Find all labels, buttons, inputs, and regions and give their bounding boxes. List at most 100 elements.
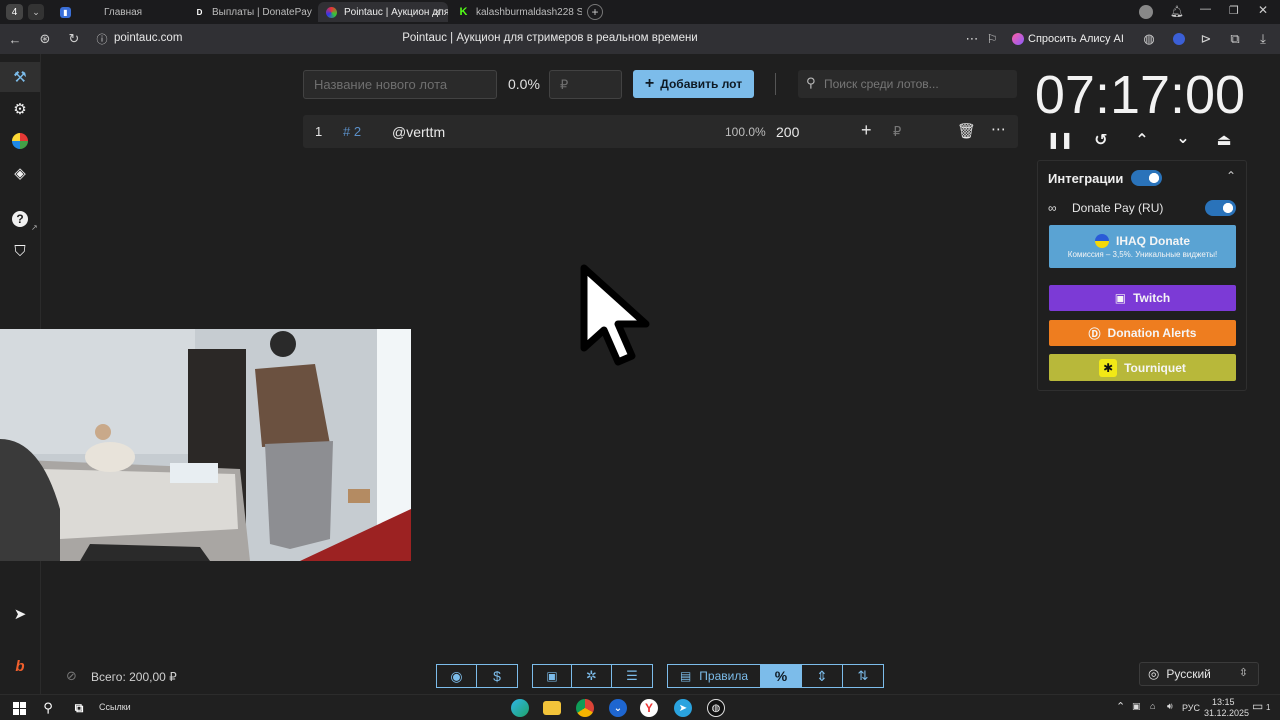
shield-icon[interactable]: ⛉ — [10, 241, 30, 261]
reset-timer-icon[interactable]: ↺ — [1091, 130, 1111, 150]
home-tab-icon: ▮ — [60, 6, 71, 18]
timer-max-icon[interactable]: ⏏ — [1214, 130, 1234, 150]
links-toolbar-label[interactable]: Ссылки — [99, 702, 131, 712]
add-lot-button[interactable]: + Добавить лот — [633, 70, 754, 98]
ask-alice-button[interactable]: Спросить Алису AI — [1008, 29, 1132, 49]
yandex-browser-icon[interactable]: Y — [640, 699, 658, 717]
lot-more-icon[interactable]: ⋯ — [991, 120, 1006, 138]
language-select[interactable]: ◎ Русский ⇳ — [1139, 662, 1259, 686]
donate-pay-toggle[interactable] — [1205, 200, 1236, 216]
new-lot-name-input[interactable] — [303, 70, 497, 99]
notifications-icon[interactable]: 🔔︎ — [1170, 5, 1184, 19]
tab-pointauc[interactable]: Pointauc | Аукцион для ✕ — [318, 2, 448, 22]
github-button[interactable]: ◉ — [436, 664, 477, 688]
bug-report-button[interactable]: ✲ — [571, 664, 612, 688]
language-label: Русский — [1166, 667, 1211, 681]
timer-decrease-icon[interactable]: ⌄ — [1173, 128, 1193, 148]
new-lot-amount-input[interactable] — [549, 70, 622, 99]
tray-expand-icon[interactable]: ⌃ — [1116, 700, 1125, 713]
windows-start-icon[interactable] — [10, 699, 28, 717]
integrations-title: Интеграции — [1048, 171, 1124, 186]
new-tab-button[interactable]: + — [587, 4, 603, 20]
close-tab-icon[interactable]: ✕ — [433, 6, 442, 19]
new-lot-percent: 0.0% — [508, 76, 540, 92]
delete-lot-icon[interactable]: 🗑︎ — [957, 122, 976, 140]
alice-label: Спросить Алису AI — [1028, 33, 1124, 45]
plus-icon: + — [644, 75, 655, 92]
downloads-icon[interactable]: ⤓ — [1254, 30, 1272, 48]
maximize-window-icon[interactable]: ❐ — [1229, 4, 1239, 17]
address-bar: ← ⊛ ↻ ⓘ pointauc.com Pointauc | Аукцион … — [0, 24, 1280, 54]
boosty-icon[interactable]: b — [10, 656, 30, 676]
bookmark-icon[interactable]: ⚐ — [983, 30, 1001, 48]
file-explorer-icon[interactable] — [543, 701, 561, 715]
clock-time[interactable]: 13:15 — [1212, 697, 1235, 707]
donatepay-icon: D — [196, 7, 203, 17]
minimize-window-icon[interactable]: — — [1200, 3, 1211, 15]
auction-timer: 07:17:00 — [1034, 65, 1246, 125]
notification-center-icon[interactable]: ▭ — [1252, 699, 1263, 713]
tabs-dropdown-icon[interactable]: ⌄ — [28, 4, 44, 20]
tab-home[interactable]: ▮ Главная — [52, 2, 182, 22]
save-button[interactable]: ▣ — [532, 664, 572, 688]
sort-button[interactable]: ⇅ — [842, 664, 884, 688]
donate-button[interactable]: $ — [476, 664, 518, 688]
edge-icon[interactable] — [511, 699, 529, 717]
mouse-cursor-icon — [580, 264, 650, 366]
clear-lots-button[interactable]: ☰ — [611, 664, 653, 688]
tab-count-badge[interactable]: 4 — [6, 4, 23, 20]
percent-toggle-button[interactable]: % — [760, 664, 802, 688]
lot-search-input[interactable] — [824, 70, 1014, 98]
media-icon[interactable]: ⊳ — [1197, 30, 1215, 48]
layers-icon[interactable]: ◈ — [10, 163, 30, 183]
visibility-off-icon[interactable]: ⊘ — [66, 668, 77, 684]
notification-count: 1 — [1266, 703, 1271, 712]
ihaq-donate-button[interactable]: IHAQ Donate Комиссия – 3,5%. Уникальные … — [1049, 225, 1236, 268]
extension-icon[interactable] — [1170, 30, 1188, 48]
timer-increase-icon[interactable]: ⌃ — [1132, 130, 1152, 150]
wheel-icon[interactable] — [10, 131, 30, 151]
lot-name[interactable]: @verttm — [392, 124, 445, 140]
twitch-button[interactable]: ▣ Twitch — [1049, 285, 1236, 311]
network-icon[interactable]: ⌂ — [1150, 701, 1155, 711]
collections-icon[interactable]: ⧉ — [1226, 30, 1244, 48]
profile-icon[interactable] — [1139, 5, 1153, 19]
tourniquet-button[interactable]: ✱ Tourniquet — [1049, 354, 1236, 381]
input-language[interactable]: РУС — [1182, 703, 1200, 713]
task-view-icon[interactable]: ⧉ — [70, 699, 88, 717]
tab-donatepay[interactable]: D Выплаты | DonatePay — [186, 2, 316, 22]
more-options-icon[interactable]: ⋯ — [963, 30, 981, 48]
lot-row[interactable]: 1 # 2 @verttm 100.0% 200 + ₽ 🗑︎ ⋯ — [303, 115, 1018, 148]
tray-app-icon[interactable]: ▣ — [1132, 701, 1141, 712]
search-icon[interactable]: ⚲ — [39, 699, 57, 717]
tab-label: Выплаты | DonatePay — [212, 6, 312, 18]
translate-icon[interactable]: ◍ — [1140, 30, 1158, 48]
lot-id: # 2 — [343, 124, 362, 139]
collapse-chevron-icon[interactable]: ⌃ — [1226, 169, 1236, 183]
lot-percent: 100.0% — [725, 125, 766, 139]
close-window-icon[interactable]: ✕ — [1258, 3, 1268, 17]
integrations-toggle[interactable] — [1131, 170, 1162, 186]
tourniquet-label: Tourniquet — [1124, 360, 1186, 375]
compact-view-button[interactable]: ⇕ — [801, 664, 843, 688]
alice-icon — [1012, 33, 1024, 45]
app-blue-icon[interactable]: ⌄ — [609, 699, 627, 717]
donation-alerts-button[interactable]: Ⓓ Donation Alerts — [1049, 320, 1236, 346]
clock-date[interactable]: 31.12.2025 — [1204, 708, 1249, 718]
tab-kick[interactable]: K kalashburmaldash228 Stre — [450, 2, 582, 22]
obs-icon[interactable]: ◍ — [707, 699, 725, 717]
add-amount-icon[interactable]: + — [861, 120, 872, 141]
volume-icon[interactable]: 🔊︎ — [1167, 701, 1173, 712]
settings-gear-icon[interactable]: ⚙ — [10, 99, 30, 119]
telegram-icon[interactable]: ➤ — [10, 604, 30, 624]
help-icon[interactable]: ? — [10, 209, 30, 229]
twitch-label: Twitch — [1133, 291, 1171, 305]
chrome-icon[interactable] — [576, 699, 594, 717]
telegram-taskbar-icon[interactable]: ➤ — [674, 699, 692, 717]
auction-hammer-icon[interactable]: ⚒ — [10, 67, 30, 87]
lot-currency[interactable]: ₽ — [893, 124, 901, 140]
pause-icon[interactable]: ❚❚ — [1047, 130, 1074, 150]
rules-button[interactable]: ▤ Правила — [667, 664, 761, 688]
total-amount: Всего: 200,00 ₽ — [91, 670, 177, 684]
github-icon: ◉ — [450, 667, 463, 684]
